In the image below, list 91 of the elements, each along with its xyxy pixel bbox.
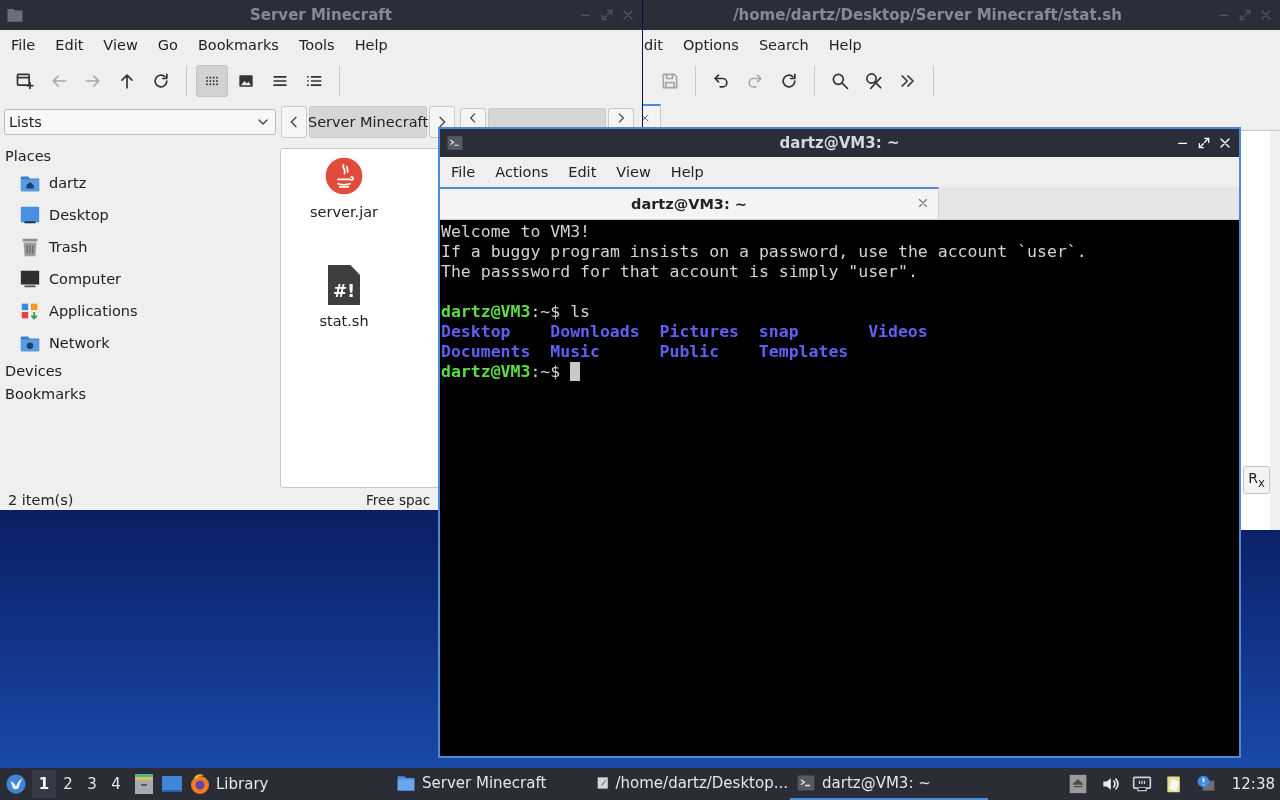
place-item[interactable]: dartz xyxy=(49,175,87,191)
eject-icon xyxy=(1067,774,1088,794)
workspace-button[interactable]: 3 xyxy=(80,770,104,798)
folder-icon xyxy=(6,6,24,24)
new-window-icon xyxy=(15,71,35,91)
side-pane-dropdown[interactable]: Lists xyxy=(4,109,276,135)
section-heading[interactable]: Bookmarks xyxy=(5,385,86,402)
workspace-button[interactable]: 4 xyxy=(104,770,128,798)
launcher-button[interactable]: Library xyxy=(188,770,269,798)
scroll-left-button[interactable] xyxy=(281,106,307,138)
terminal-line: Welcome to VM3! xyxy=(441,222,590,242)
clock: 12:38 xyxy=(1231,775,1275,793)
monitor-icon xyxy=(19,268,41,290)
menu-item[interactable]: Edit xyxy=(45,37,94,53)
menu-item[interactable]: Search xyxy=(748,37,819,53)
window-title: /home/dartz/Desktop/Server Minecraft/stat.sh xyxy=(733,6,1122,24)
search-pen-icon xyxy=(864,71,884,91)
prompt-user: dartz@VM3 xyxy=(441,362,531,382)
window-title: Server Minecraft xyxy=(250,6,392,24)
directory-name: Desktop xyxy=(441,322,512,342)
text-area[interactable]: R$_{x}$ xyxy=(1241,131,1270,530)
menu-item[interactable]: Bookmarks xyxy=(187,37,289,53)
prompt-text: :~$ xyxy=(530,362,561,382)
redo-icon xyxy=(745,71,765,91)
minimize-icon xyxy=(580,13,591,17)
close-icon xyxy=(916,196,930,210)
desktop-icon xyxy=(19,204,41,226)
place-item[interactable]: Network xyxy=(49,335,110,351)
folder-icon xyxy=(396,773,416,793)
place-item[interactable]: Desktop xyxy=(49,207,109,223)
file-name[interactable]: stat.sh xyxy=(319,313,369,329)
workspace-button[interactable]: 1 xyxy=(32,770,56,798)
path-button[interactable]: Server Minecraft xyxy=(309,106,427,138)
file-name[interactable]: server.jar xyxy=(309,204,379,220)
directory-name: snap xyxy=(758,322,800,342)
window-title: dartz@VM3: ~ xyxy=(779,134,900,152)
prompt-user: dartz@VM3 xyxy=(441,302,531,322)
script-file-icon[interactable]: #! xyxy=(328,265,360,305)
task-button[interactable]: dartz@VM3: ~ xyxy=(790,768,988,800)
section-heading[interactable]: Places xyxy=(5,147,52,164)
free-space: Free spac xyxy=(366,492,431,508)
terminal-icon xyxy=(446,134,464,152)
terminal-line: The passsword for that account is simply "user". xyxy=(441,262,918,282)
icon-view-button[interactable] xyxy=(196,65,228,97)
menu-item[interactable]: View xyxy=(93,37,148,53)
directory-name: Public xyxy=(659,342,721,362)
directory-name: Templates xyxy=(758,342,850,362)
terminal-line: If a buggy program insists on a password, use the account `user`. xyxy=(441,242,1087,262)
menu-item[interactable]: Tools xyxy=(288,37,345,53)
scroll-left-button[interactable] xyxy=(460,108,486,127)
menu-item[interactable]: Help xyxy=(818,37,872,53)
reload-icon xyxy=(151,71,171,91)
terminal-icon xyxy=(796,773,816,793)
browser-icon xyxy=(188,772,212,796)
menu-item[interactable]: Go xyxy=(147,37,188,53)
cup-file-icon[interactable] xyxy=(324,156,364,196)
place-item[interactable]: Trash xyxy=(49,239,88,255)
terminal-tab[interactable]: dartz@VM3: ~ xyxy=(440,187,939,219)
directory-name: Music xyxy=(550,342,601,362)
file-cabinet-icon xyxy=(132,772,156,796)
menu-item[interactable]: Actions xyxy=(485,164,559,180)
item-count: 2 item(s) xyxy=(8,492,74,508)
task-button[interactable]: Server Minecraft xyxy=(390,768,588,800)
directory-name: Downloads xyxy=(550,322,641,342)
task-button[interactable]: /home/dartz/Desktop... xyxy=(590,768,788,800)
menu-item[interactable]: Edit xyxy=(558,164,607,180)
search-icon xyxy=(830,71,850,91)
menu-item[interactable]: File xyxy=(1,37,46,53)
reload-icon xyxy=(779,71,799,91)
save-icon xyxy=(660,71,680,91)
workspace-button[interactable]: 2 xyxy=(56,770,80,798)
directory-name: Pictures xyxy=(659,322,740,342)
notification-icon xyxy=(1195,774,1216,794)
place-item[interactable]: Computer xyxy=(49,271,122,287)
minimize-icon xyxy=(1177,141,1188,145)
menu-item[interactable]: Options xyxy=(672,37,749,53)
directory-name: Videos xyxy=(868,322,929,342)
menu-item[interactable]: View xyxy=(606,164,661,180)
undo-icon xyxy=(711,71,731,91)
prompt-text: :~$ ls xyxy=(530,302,590,322)
menu-item[interactable]: Help xyxy=(344,37,398,53)
place-item[interactable]: Applications xyxy=(49,303,138,319)
network-icon xyxy=(1131,774,1152,794)
minimize-icon xyxy=(1218,13,1229,17)
directory-name: Documents xyxy=(441,342,532,362)
symbol-button[interactable]: R$_{x}$ xyxy=(1243,466,1270,494)
menu-item[interactable]: File xyxy=(441,164,486,180)
section-heading[interactable]: Devices xyxy=(5,362,63,379)
document-tab[interactable] xyxy=(643,104,661,130)
menu-item[interactable]: Help xyxy=(660,164,714,180)
menu-item[interactable]: dit xyxy=(644,37,673,53)
